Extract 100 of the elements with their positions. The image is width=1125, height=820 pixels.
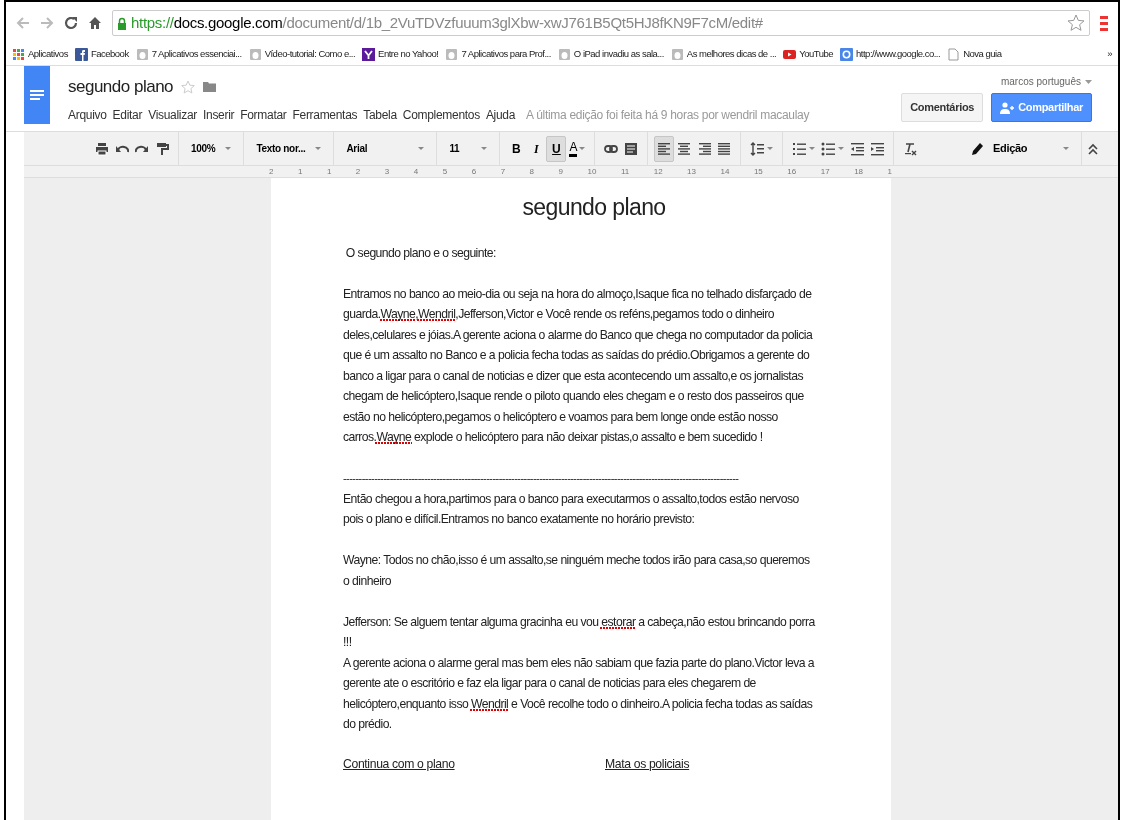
ruler-number: 11: [620, 165, 630, 178]
numbered-list-icon: [792, 141, 807, 156]
mode-dropdown[interactable]: Edição: [965, 135, 1075, 162]
facebook-icon: [74, 48, 88, 61]
ruler-number: 17: [820, 165, 830, 178]
apps-grid-icon: [12, 48, 25, 61]
menu-item[interactable]: Visualizar: [145, 105, 200, 124]
bookmark-label[interactable]: http://www.google.co...: [856, 47, 941, 62]
ruler-number: 6: [471, 165, 477, 178]
bookmark-label[interactable]: Nova guia: [963, 47, 1002, 62]
clear-formatting-icon: [903, 141, 918, 156]
page-icon: [445, 48, 459, 61]
document-icon: [947, 48, 961, 61]
document-title[interactable]: segundo plano: [68, 74, 174, 100]
menu-icon[interactable]: [1100, 15, 1108, 31]
print-icon: [95, 141, 109, 156]
align-right-icon: [697, 141, 712, 156]
user-name[interactable]: marcos português: [1000, 74, 1081, 89]
bookmark-label[interactable]: 7 Aplicativos para Prof...: [461, 47, 551, 62]
bookmark-label[interactable]: O iPad invadiu as sala...: [573, 47, 664, 62]
home-icon[interactable]: [88, 16, 102, 30]
ruler-number: 5: [442, 165, 448, 178]
caret-icon: [1063, 147, 1069, 150]
underline-button[interactable]: U: [546, 135, 567, 162]
choice-link[interactable]: Mata os policiais: [605, 756, 690, 771]
increase-indent-icon: [870, 141, 885, 156]
page-icon: [557, 48, 571, 61]
ruler-number: 1: [887, 165, 892, 178]
paragraph: Entramos no banco ao meio-dia ou seja na hora do almoço,Isaque fica no telhado disfarçado de guarda.Wayne,Wendril,Jefferson,Victor e Você rende os reféns,pegamos todo o dinheiro deles,celulares e jóias.A gerente aciona o alarme do Banco que chega no computador da policia que é um assalto no Banco e a policia fecha todas as saídas do prédio.Obrigamos a gerente do banco a ligar para o canal de noticias e dizer que esta acontecendo um assalto,e os jornalistas chegam de helicóptero,Isaque rende o piloto quando eles chegam e o resto dos passeiros que estão no helicóptero,pegamos o helicóptero e voamos para bem longe onde estão nosso carros.Wayne explode o helicóptero para não deixar pistas,o assalto e bem sucedido !: [343, 285, 814, 446]
paragraph: Wayne: Todos no chão,isso é um assalto,se ninguém meche todos irão para casa,so queremos o dinheiro: [343, 552, 811, 590]
ruler-number: 8: [529, 165, 535, 178]
caret-icon: [809, 147, 816, 150]
italic-button[interactable]: I: [526, 135, 547, 162]
lock-icon: [117, 16, 127, 30]
ruler-number: 1: [297, 165, 303, 178]
dropdown-button[interactable]: Texto nor...: [250, 135, 328, 162]
bookmark-label[interactable]: Vídeo-tutorial: Como e...: [264, 47, 356, 62]
caret-icon: [225, 147, 232, 150]
ruler-number: 13: [687, 165, 696, 178]
ruler-number: 16: [787, 165, 797, 178]
caret-icon: [838, 147, 845, 150]
paragraph: Jefferson: Se alguem tentar alguma gracinha eu vou estorar a cabeça,não estou brincando porra !!!: [343, 613, 815, 651]
bookmark-label[interactable]: Entre no Yahoo!: [378, 47, 439, 62]
heading: segundo plano: [521, 193, 667, 222]
bookmark-label[interactable]: YouTube: [799, 47, 834, 62]
line-spacing-icon: [750, 141, 765, 156]
align-left-button[interactable]: [654, 135, 675, 162]
yahoo-icon: [362, 48, 376, 61]
choice-link[interactable]: Continua com o plano: [343, 756, 455, 771]
bookmark-label[interactable]: Facebook: [90, 47, 129, 62]
pencil-icon: [971, 141, 983, 156]
caret-icon: [579, 147, 586, 150]
menu-item[interactable]: Inserir: [199, 105, 238, 124]
dropdown-button[interactable]: Arial: [340, 135, 431, 162]
ruler-number: 2: [269, 165, 274, 178]
ruler-number: 4: [413, 165, 419, 178]
menu-item[interactable]: Editar: [109, 105, 146, 124]
comment-icon: [624, 141, 639, 156]
caret-icon: [1085, 79, 1092, 84]
star-icon[interactable]: [1067, 14, 1085, 32]
bold-button[interactable]: B: [506, 135, 527, 162]
paint-format-icon: [155, 141, 169, 156]
ruler-number: 18: [854, 165, 864, 178]
page-icon: [670, 48, 684, 61]
ruler-number: 7: [500, 165, 506, 178]
caret-icon: [315, 147, 322, 150]
ruler-number: 14: [720, 165, 730, 178]
dropdown-value: Arial: [346, 142, 368, 156]
ruler-number: 9: [558, 165, 563, 178]
paragraph: O segundo plano e o seguinte:: [344, 244, 497, 262]
docs-logo[interactable]: [24, 66, 50, 124]
caret-icon: [418, 147, 425, 150]
menu-item[interactable]: Formatar: [237, 105, 290, 124]
dropdown-value: Texto nor...: [256, 142, 306, 156]
page-icon: [135, 48, 149, 61]
menu-item[interactable]: Ferramentas: [289, 105, 361, 124]
dropdown-button[interactable]: 100%: [185, 135, 238, 162]
page-icon: [248, 48, 262, 61]
reload-icon[interactable]: [64, 16, 78, 30]
bookmark-label[interactable]: 7 Aplicativos essenciai...: [151, 47, 242, 62]
comments-button[interactable]: Comentários: [901, 93, 984, 122]
more-bookmarks-button[interactable]: »: [1107, 47, 1112, 62]
menu-item[interactable]: Ajuda: [482, 105, 519, 124]
align-left-icon: [657, 141, 672, 156]
caret-icon: [767, 147, 774, 150]
menu-item[interactable]: Tabela: [360, 105, 400, 124]
paragraph: A gerente aciona o alarme geral mas bem eles não sabiam que fazia parte do plano.Victor leva a gerente ate o escritório e faz ela ligar para o canal de noticias para eles chegarem de helicóptero,enquanto isso Wendril e Você recolhe todo o dinheiro.A policia fecha todas as saídas do prédio.: [343, 654, 815, 733]
dropdown-button[interactable]: 11: [443, 135, 494, 162]
star-icon[interactable]: [181, 79, 196, 94]
bookmark-label[interactable]: As melhores dicas de ...: [686, 47, 777, 62]
ruler-number: 2: [355, 165, 361, 178]
bullet-list-icon: [821, 141, 836, 156]
menu-item[interactable]: Arquivo: [65, 105, 110, 124]
menu-item[interactable]: Complementos: [399, 105, 483, 124]
bookmark-label[interactable]: Aplicativos: [28, 47, 68, 62]
collapse-icon[interactable]: [1088, 142, 1098, 155]
dropdown-value: 100%: [191, 142, 216, 156]
text-color-button[interactable]: A: [566, 135, 589, 162]
folder-icon[interactable]: [203, 81, 217, 93]
decrease-indent-icon: [850, 141, 865, 156]
